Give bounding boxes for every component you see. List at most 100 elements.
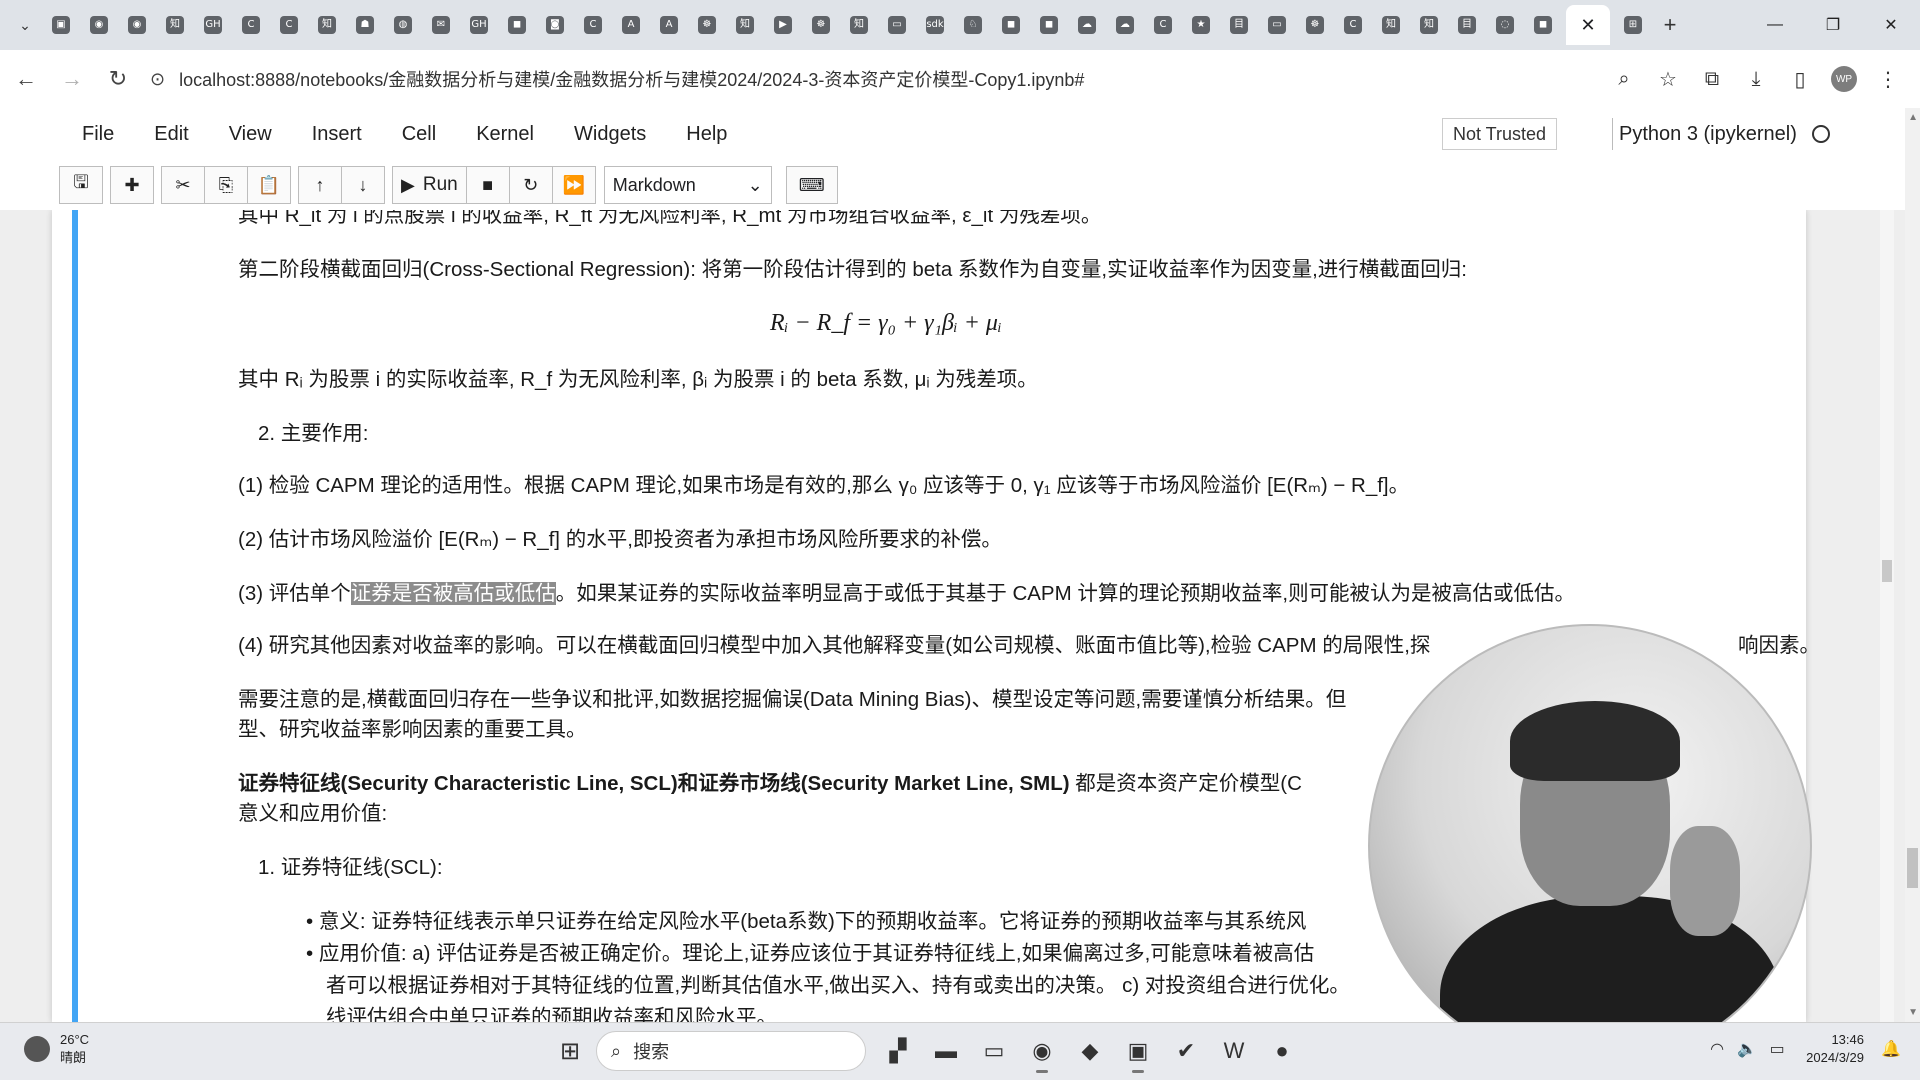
side-panel-icon[interactable]: ▯ bbox=[1778, 59, 1822, 99]
browser-tab[interactable]: ◼ bbox=[1524, 6, 1562, 44]
chrome-icon[interactable]: ◉ bbox=[1018, 1029, 1066, 1073]
browser-tab[interactable]: A bbox=[612, 6, 650, 44]
menu-view[interactable]: View bbox=[209, 123, 292, 146]
browser-tab[interactable]: sdk bbox=[916, 6, 954, 44]
browser-tab[interactable]: ◼ bbox=[498, 6, 536, 44]
battery-icon[interactable]: ▭ bbox=[1762, 1034, 1792, 1064]
browser-tab[interactable]: ☗ bbox=[346, 6, 384, 44]
menu-insert[interactable]: Insert bbox=[292, 123, 382, 146]
zoom-icon[interactable]: ⌕ bbox=[1602, 59, 1646, 99]
recorder-icon[interactable]: ● bbox=[1258, 1029, 1306, 1073]
file-explorer-icon[interactable]: ▭ bbox=[970, 1029, 1018, 1073]
browser-tab[interactable]: C bbox=[1334, 6, 1372, 44]
notebook-scroll-thumb[interactable] bbox=[1882, 560, 1892, 582]
browser-tab[interactable]: C bbox=[1144, 6, 1182, 44]
browser-tab[interactable]: C bbox=[232, 6, 270, 44]
browser-tab[interactable]: ▭ bbox=[1258, 6, 1296, 44]
interrupt-icon[interactable]: ■ bbox=[465, 166, 510, 204]
restart-icon[interactable]: ↻ bbox=[508, 166, 553, 204]
browser-tab[interactable]: ▭ bbox=[878, 6, 916, 44]
weather-widget[interactable]: 26°C 晴朗 bbox=[24, 1031, 89, 1067]
browser-tab[interactable]: ▶ bbox=[764, 6, 802, 44]
browser-tab[interactable]: ◼ bbox=[1030, 6, 1068, 44]
browser-tab[interactable]: ▣ bbox=[42, 6, 80, 44]
new-tab-button[interactable]: + bbox=[1652, 7, 1688, 43]
browser-tab[interactable]: ☸ bbox=[802, 6, 840, 44]
keyboard-shortcuts-icon[interactable]: ⌨ bbox=[785, 166, 838, 204]
browser-tab[interactable]: 知 bbox=[1372, 6, 1410, 44]
menu-help[interactable]: Help bbox=[666, 123, 747, 146]
browser-tab[interactable]: 知 bbox=[1410, 6, 1448, 44]
app-icon[interactable]: ◆ bbox=[1066, 1029, 1114, 1073]
cell-type-select[interactable]: Markdown ⌄ bbox=[603, 166, 772, 204]
bookmark-star-icon[interactable]: ☆ bbox=[1646, 59, 1690, 99]
minimize-button[interactable]: — bbox=[1746, 0, 1804, 50]
maximize-button[interactable]: ❐ bbox=[1804, 0, 1862, 50]
restart-run-all-icon[interactable]: ⏩ bbox=[551, 166, 596, 204]
active-tab-close-button[interactable]: ✕ bbox=[1566, 5, 1610, 45]
tab-favicon[interactable]: ⊞ bbox=[1614, 6, 1652, 44]
browser-tab[interactable]: ☁ bbox=[1068, 6, 1106, 44]
notebook-scrollbar[interactable] bbox=[1880, 210, 1894, 1022]
insert-cell-icon[interactable]: ✚ bbox=[110, 166, 154, 204]
menu-edit[interactable]: Edit bbox=[134, 123, 208, 146]
copy-icon[interactable]: ⎘ bbox=[204, 166, 248, 204]
browser-tab[interactable]: C bbox=[270, 6, 308, 44]
download-icon[interactable]: ⤓ bbox=[1734, 59, 1778, 99]
menu-kernel[interactable]: Kernel bbox=[456, 123, 554, 146]
browser-tab[interactable]: GH bbox=[194, 6, 232, 44]
extensions-icon[interactable]: ⧉ bbox=[1690, 59, 1734, 99]
scroll-up-icon[interactable]: ▲ bbox=[1908, 112, 1918, 123]
menu-file[interactable]: File bbox=[62, 123, 134, 146]
wps-icon[interactable]: W bbox=[1210, 1029, 1258, 1073]
save-icon[interactable]: 🖫 bbox=[59, 166, 103, 204]
browser-tab[interactable]: 知 bbox=[726, 6, 764, 44]
browser-tab[interactable]: ✉ bbox=[422, 6, 460, 44]
terminal-app-icon[interactable]: ▬ bbox=[922, 1029, 970, 1073]
browser-tab[interactable]: 目 bbox=[1448, 6, 1486, 44]
reload-button[interactable]: ↻ bbox=[98, 59, 138, 99]
menu-widgets[interactable]: Widgets bbox=[554, 123, 666, 146]
browser-tab[interactable]: ◼ bbox=[992, 6, 1030, 44]
browser-tab[interactable]: ☸ bbox=[688, 6, 726, 44]
url-field[interactable]: ⊙ localhost:8888/notebooks/金融数据分析与建模/金融数… bbox=[150, 59, 1590, 99]
browser-tab[interactable]: ◍ bbox=[384, 6, 422, 44]
scroll-down-icon[interactable]: ▼ bbox=[1908, 1007, 1918, 1018]
run-button[interactable]: ▶ Run bbox=[392, 166, 467, 204]
browser-tab[interactable]: ☸ bbox=[1296, 6, 1334, 44]
not-trusted-button[interactable]: Not Trusted bbox=[1442, 118, 1558, 150]
close-window-button[interactable]: ✕ bbox=[1862, 0, 1920, 50]
browser-tab[interactable]: A bbox=[650, 6, 688, 44]
browser-tab[interactable]: ☁ bbox=[1106, 6, 1144, 44]
browser-tab[interactable]: 目 bbox=[1220, 6, 1258, 44]
browser-tab[interactable]: ◉ bbox=[118, 6, 156, 44]
browser-tab[interactable]: ◌ bbox=[1486, 6, 1524, 44]
cmd-icon[interactable]: ▣ bbox=[1114, 1029, 1162, 1073]
menu-cell[interactable]: Cell bbox=[382, 123, 456, 146]
browser-tab[interactable]: ◉ bbox=[80, 6, 118, 44]
volume-icon[interactable]: 🔈 bbox=[1732, 1034, 1762, 1064]
browser-tab[interactable]: 知 bbox=[308, 6, 346, 44]
clock[interactable]: 13:46 2024/3/29 bbox=[1806, 1031, 1864, 1067]
browser-tab[interactable]: C bbox=[574, 6, 612, 44]
notification-icon[interactable]: 🔔 bbox=[1876, 1034, 1906, 1064]
app-icon[interactable]: ✔ bbox=[1162, 1029, 1210, 1073]
profile-avatar[interactable]: WP bbox=[1831, 66, 1857, 92]
browser-menu-icon[interactable]: ⋮ bbox=[1866, 59, 1910, 99]
browser-tab[interactable]: ◙ bbox=[536, 6, 574, 44]
taskbar-search[interactable]: ⌕ 搜索 bbox=[596, 1031, 866, 1071]
wifi-icon[interactable]: ◠ bbox=[1702, 1034, 1732, 1064]
move-down-icon[interactable]: ↓ bbox=[341, 166, 385, 204]
browser-tab[interactable]: ♘ bbox=[954, 6, 992, 44]
site-info-icon[interactable]: ⊙ bbox=[150, 69, 165, 90]
paste-icon[interactable]: 📋 bbox=[247, 166, 291, 204]
browser-tab[interactable]: 知 bbox=[156, 6, 194, 44]
browser-tab[interactable]: GH bbox=[460, 6, 498, 44]
cut-icon[interactable]: ✂ bbox=[161, 166, 205, 204]
forward-button[interactable]: → bbox=[52, 59, 92, 99]
tab-search-dropdown[interactable]: ⌄ bbox=[8, 8, 42, 42]
page-scrollbar[interactable]: ▲ ▼ bbox=[1905, 108, 1920, 1022]
browser-tab[interactable]: ★ bbox=[1182, 6, 1220, 44]
browser-tab[interactable]: 知 bbox=[840, 6, 878, 44]
windows-start-icon[interactable]: ⊞ bbox=[550, 1031, 590, 1071]
